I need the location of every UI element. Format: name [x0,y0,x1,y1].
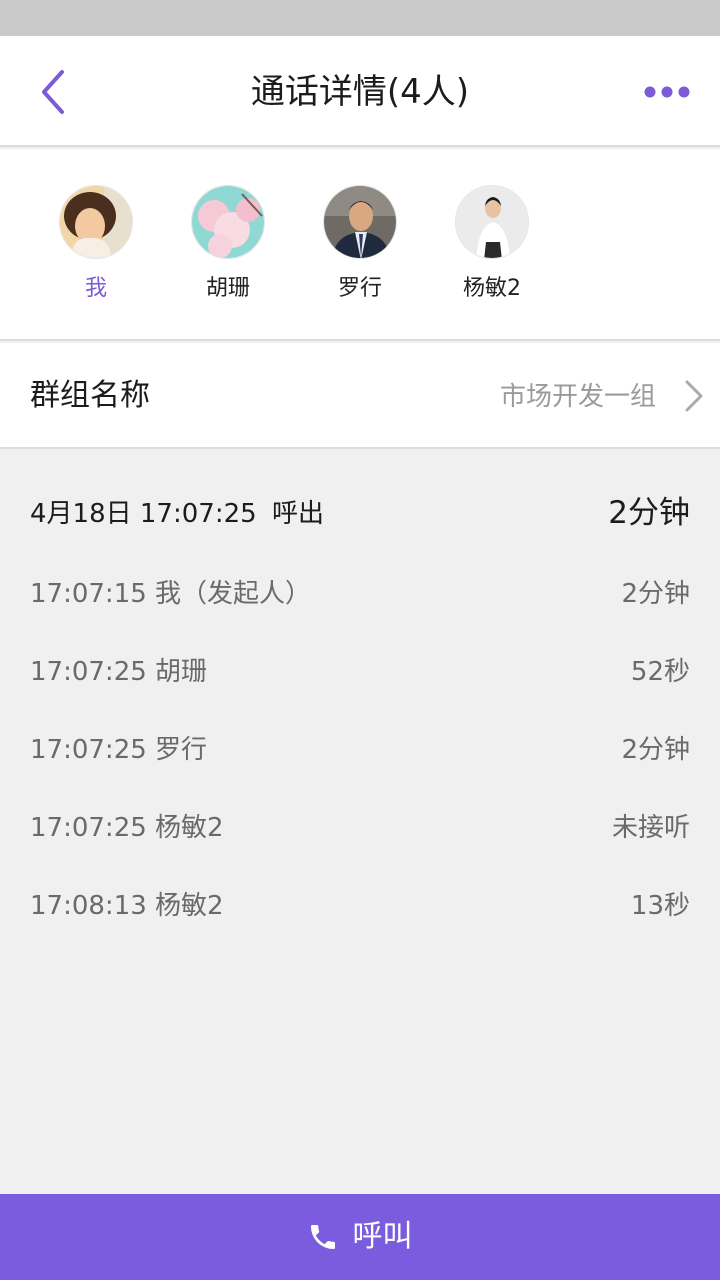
group-name-row[interactable]: 群组名称 市场开发一组 [0,343,720,449]
member-item[interactable]: 杨敏2 [442,185,542,303]
log-entry-text: 17:07:25 胡珊 [30,657,208,687]
group-name-label: 群组名称 [30,378,150,413]
log-entry-duration: 52秒 [630,657,690,687]
call-datetime: 4月18日 17:07:25 [30,499,257,529]
member-name: 罗行 [337,276,382,301]
log-entry-duration: 2分钟 [621,735,690,765]
avatar [455,185,529,259]
call-button-label: 呼叫 [352,1219,413,1254]
more-button[interactable] [642,82,692,102]
page-title: 通话详情(4人) [250,72,470,112]
call-total-duration: 2分钟 [608,495,690,531]
call-log-row: 17:07:25 罗行 2分钟 [0,728,720,772]
call-log-row: 17:07:25 胡珊 52秒 [0,650,720,694]
call-log-row: 17:07:25 杨敏2 未接听 [0,806,720,850]
member-item[interactable]: 罗行 [310,185,410,303]
log-entry-text: 17:07:25 罗行 [30,735,208,765]
call-summary: 4月18日 17:07:25 呼出 2分钟 [0,451,720,581]
log-entry-duration: 13秒 [630,891,690,921]
avatar [191,185,265,259]
log-entry-duration: 未接听 [611,813,690,843]
log-entry-text: 17:07:15 我（发起人） [30,579,312,609]
call-button[interactable]: 呼叫 [0,1194,720,1280]
status-bar [0,0,720,36]
log-entry-duration: 2分钟 [621,579,690,609]
avatar [323,185,397,259]
phone-icon [311,1225,336,1249]
nav-bar: 通话详情(4人) [0,36,720,147]
call-direction: 呼出 [272,499,325,529]
member-name: 我 [84,276,107,301]
member-name: 杨敏2 [463,276,521,301]
call-log-row: 17:07:15 我（发起人） 2分钟 [0,572,720,616]
member-item[interactable]: 胡珊 [178,185,278,303]
group-name-value: 市场开发一组 [499,382,656,412]
log-entry-text: 17:07:25 杨敏2 [30,813,224,843]
avatar [59,185,133,259]
call-log-row: 17:08:13 杨敏2 13秒 [0,884,720,928]
more-dots-icon [644,86,690,98]
member-list: 我 胡珊 罗行 杨敏2 [0,149,720,341]
member-item[interactable]: 我 [46,185,146,303]
chevron-right-icon [685,380,703,412]
log-entry-text: 17:08:13 杨敏2 [30,891,224,921]
member-name: 胡珊 [205,276,250,301]
